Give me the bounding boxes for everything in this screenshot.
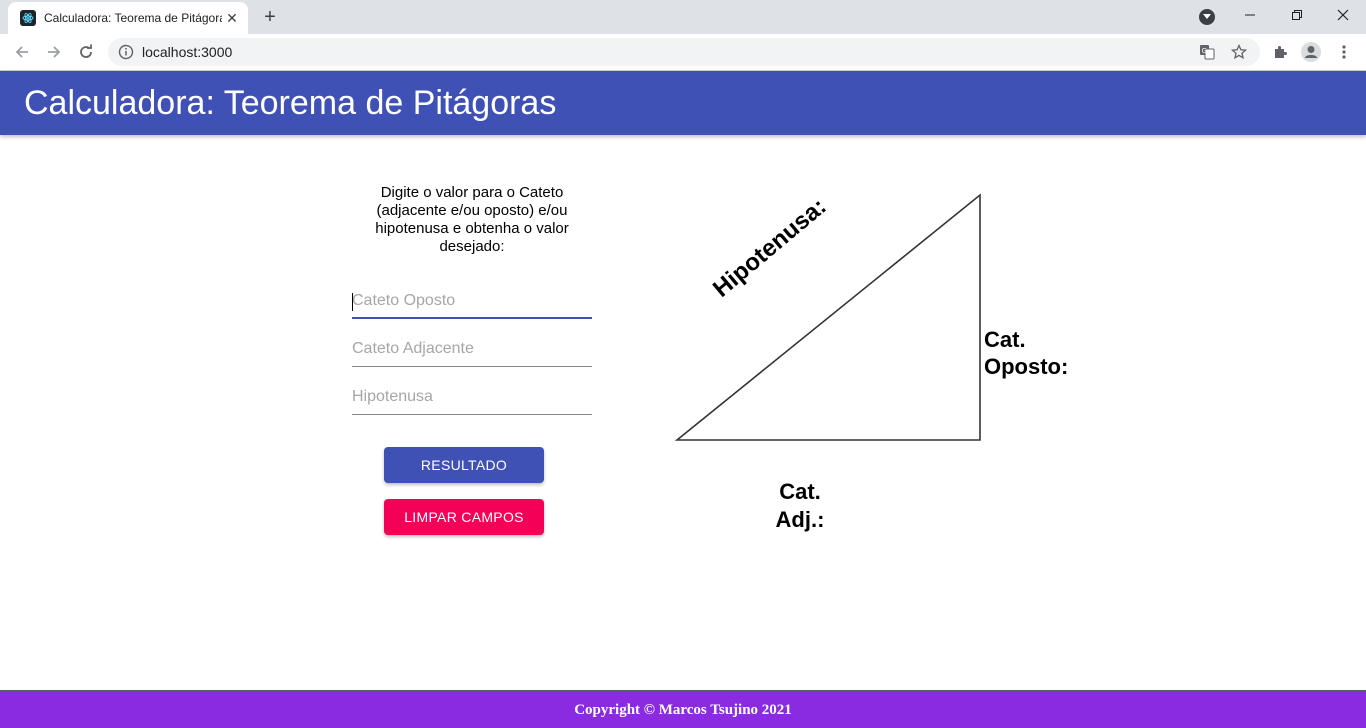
new-tab-button[interactable]: +	[258, 6, 282, 28]
translate-icon[interactable]: G	[1198, 43, 1216, 61]
cateto-oposto-label: Cat. Oposto:	[984, 326, 1094, 380]
right-triangle-shape	[674, 193, 981, 441]
text-caret	[352, 293, 353, 311]
copyright-text: Copyright © Marcos Tsujino 2021	[574, 701, 792, 718]
app-header: Calculadora: Teorema de Pitágoras	[0, 71, 1366, 135]
limpar-campos-button[interactable]: LIMPAR CAMPOS	[384, 499, 544, 535]
profile-avatar-icon[interactable]	[1300, 41, 1322, 63]
reload-icon[interactable]	[74, 40, 98, 64]
cateto-oposto-field	[352, 287, 592, 319]
back-arrow-icon[interactable]	[10, 40, 34, 64]
restore-icon[interactable]	[1274, 0, 1320, 30]
svg-text:G: G	[1202, 47, 1207, 55]
cateto-adjacente-input[interactable]	[352, 335, 592, 363]
cateto-oposto-label-line2: Oposto:	[984, 354, 1069, 379]
page-title: Calculadora: Teorema de Pitágoras	[24, 84, 557, 122]
info-icon[interactable]	[118, 44, 134, 60]
forward-arrow-icon[interactable]	[42, 40, 66, 64]
extensions-puzzle-icon[interactable]	[1269, 41, 1291, 63]
menu-kebab-icon[interactable]	[1333, 41, 1355, 63]
instructions-text: Digite o valor para o Cateto (adjacente …	[375, 184, 569, 255]
cateto-adjacente-label: Cat. Adj.:	[760, 478, 840, 534]
tab-title: Calculadora: Teorema de Pitágoras	[44, 11, 222, 25]
bookmark-star-icon[interactable]	[1230, 43, 1248, 61]
browser-tab[interactable]: Calculadora: Teorema de Pitágoras ✕	[8, 2, 248, 34]
browser-tabstrip: Calculadora: Teorema de Pitágoras ✕ +	[0, 0, 1366, 34]
cateto-adjacente-field	[352, 335, 592, 367]
url-text: localhost:3000	[142, 44, 233, 60]
resultado-button[interactable]: RESULTADO	[384, 447, 544, 483]
triangle-diagram	[674, 193, 981, 441]
page-footer: Copyright © Marcos Tsujino 2021	[0, 690, 1366, 728]
close-window-icon[interactable]	[1320, 0, 1366, 30]
tab-search-icon[interactable]	[1199, 9, 1215, 25]
react-favicon-icon	[20, 10, 36, 26]
cateto-adjacente-label-line1: Cat.	[779, 479, 821, 504]
cateto-oposto-input[interactable]	[352, 287, 592, 315]
browser-toolbar: localhost:3000 G	[0, 34, 1366, 71]
address-bar[interactable]: localhost:3000 G	[108, 38, 1260, 66]
minimize-icon[interactable]	[1227, 0, 1273, 30]
tab-close-icon[interactable]: ✕	[224, 10, 240, 26]
hipotenusa-input[interactable]	[352, 383, 592, 411]
hipotenusa-field	[352, 383, 592, 415]
cateto-adjacente-label-line2: Adj.:	[775, 507, 825, 532]
cateto-oposto-label-line1: Cat.	[984, 327, 1026, 352]
